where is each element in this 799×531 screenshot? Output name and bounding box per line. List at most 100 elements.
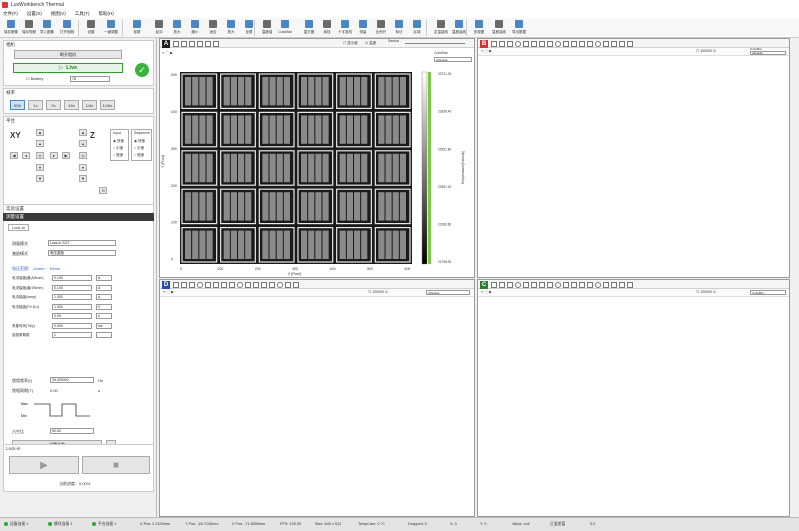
tbB-tool-icon-8[interactable] xyxy=(555,40,561,47)
tbB-tool-icon-17[interactable] xyxy=(627,40,633,47)
ribbon-button-8[interactable]: 放大 xyxy=(168,19,186,37)
param-field[interactable]: 0.000 xyxy=(52,322,92,329)
tbC-tool-icon-12[interactable] xyxy=(587,281,593,288)
voltage-range-link[interactable]: 电压范围：-10mm ~ 10mm xyxy=(12,266,60,272)
ribbon-button-21[interactable]: 区域 xyxy=(408,19,426,37)
ribbon-button-7[interactable]: 反向 xyxy=(150,19,168,37)
param-field[interactable]: 1.000 xyxy=(52,294,92,300)
tbB-tool-icon-16[interactable] xyxy=(619,40,625,47)
tbC-tool-icon-4[interactable] xyxy=(523,281,529,288)
panel-c-palette-select[interactable]: ColorBar xyxy=(750,290,786,295)
xy-left-button[interactable]: ◂ xyxy=(22,152,30,159)
ribbon-button-17[interactable]: 十字准线 xyxy=(336,19,354,37)
freq-field[interactable]: 25.000000 xyxy=(50,377,94,383)
panel-d-pointer-icon[interactable]: ↖ ⬚ ▶ xyxy=(163,290,174,294)
ribbon-button-9[interactable]: 缩小 xyxy=(186,19,204,37)
z-down-button[interactable]: ▾ xyxy=(79,164,87,171)
tab-lockin[interactable]: Lock-In xyxy=(8,224,30,231)
tbD-tool-icon-12[interactable] xyxy=(269,281,275,288)
sequence-option-3[interactable]: ○ 慢速 xyxy=(134,153,144,158)
tbD-tool-icon-10[interactable] xyxy=(253,281,259,288)
view-panel-d[interactable]: D ↖ ⬚ ▶ ☐ 100000 ☑ Absolute xyxy=(159,279,475,517)
param-unit[interactable]: A xyxy=(96,294,112,300)
colorbar-range-slider[interactable] xyxy=(428,72,431,264)
param-unit[interactable]: V xyxy=(96,303,112,310)
xy-up-fast-button[interactable]: ▲ xyxy=(36,129,44,136)
step-option-1[interactable]: ◉ 快速 xyxy=(113,139,124,144)
tbD-tool-icon-3[interactable] xyxy=(197,281,203,288)
speed-button-5[interactable]: 1/16x xyxy=(100,100,115,110)
speed-button-2[interactable]: 2x xyxy=(46,100,61,110)
z-home-button[interactable]: ◎ xyxy=(79,152,87,159)
ribbon-button-3[interactable]: 打开视频 xyxy=(58,19,76,37)
lockin-stop-button[interactable]: ■ xyxy=(82,456,150,474)
show-value-checkbox[interactable]: ☐ 显示值 xyxy=(343,41,358,46)
panel-a-tool-2-icon[interactable] xyxy=(181,40,187,47)
tbC-tool-icon-13[interactable] xyxy=(595,281,601,288)
speed-button-1[interactable]: 1x xyxy=(28,100,43,110)
panel-a-tool-3-icon[interactable] xyxy=(189,40,195,47)
tbD-tool-icon-1[interactable] xyxy=(181,281,187,288)
tbC-tool-icon-3[interactable] xyxy=(515,281,521,288)
tbC-tool-icon-16[interactable] xyxy=(619,281,625,288)
menu-help[interactable]: 帮助(H) xyxy=(99,11,114,17)
tbC-tool-icon-5[interactable] xyxy=(531,281,537,288)
view-panel-c[interactable]: C ↖ ⬚ ▶ ☐ 100000 ☑ ColorBar xyxy=(477,279,790,517)
sensor-slider[interactable] xyxy=(405,43,465,44)
tbD-tool-icon-7[interactable] xyxy=(229,281,235,288)
param-field[interactable]: 0.100 xyxy=(52,284,92,291)
ribbon-button-10[interactable]: 适应 xyxy=(204,19,222,37)
duty-field[interactable]: 50.00 xyxy=(50,428,94,434)
tbB-tool-icon-15[interactable] xyxy=(611,40,617,47)
tbC-tool-icon-8[interactable] xyxy=(555,281,561,288)
measure-field-select[interactable]: Lock-in SOT xyxy=(48,240,116,246)
tbB-tool-icon-1[interactable] xyxy=(499,40,505,47)
lockin-start-button[interactable]: ▶ xyxy=(9,456,79,474)
xy-left-fast-button[interactable]: ◀ xyxy=(10,152,18,159)
tbD-tool-icon-13[interactable] xyxy=(277,281,283,288)
tbD-tool-icon-6[interactable] xyxy=(221,281,227,288)
param-field[interactable]: 1.000 xyxy=(52,303,92,310)
speed-button-0[interactable]: 60fr xyxy=(10,100,25,110)
tbC-tool-icon-2[interactable] xyxy=(507,281,513,288)
measure-field-select[interactable]: 电压激励 xyxy=(48,250,116,256)
panel-a-tool-6-icon[interactable] xyxy=(213,40,219,47)
tbD-tool-icon-0[interactable] xyxy=(173,281,179,288)
param-field[interactable]: 0.00 xyxy=(52,313,92,319)
tbC-tool-icon-0[interactable] xyxy=(491,281,497,288)
tbD-tool-icon-5[interactable] xyxy=(213,281,219,288)
battery-checkbox[interactable]: ☐ Battery xyxy=(26,76,43,81)
ribbon-button-14[interactable]: ColorBar xyxy=(276,19,294,37)
xy-home-button[interactable]: ◎ xyxy=(36,152,44,159)
tbB-tool-icon-9[interactable] xyxy=(563,40,569,47)
xy-up-button[interactable]: ▴ xyxy=(36,140,44,147)
ribbon-button-1[interactable]: 保存视频 xyxy=(20,19,38,37)
panel-a-tool-5-icon[interactable] xyxy=(205,40,211,47)
tbC-tool-icon-11[interactable] xyxy=(579,281,585,288)
menu-tools[interactable]: 工具(T) xyxy=(75,11,90,17)
tbB-tool-icon-2[interactable] xyxy=(507,40,513,47)
view-panel-a[interactable]: A ☐ 显示值 ☑ 温度 Sensor ColorBar Absolute ↖ … xyxy=(159,38,475,278)
tbD-tool-icon-11[interactable] xyxy=(261,281,267,288)
speed-button-3[interactable]: 16x xyxy=(64,100,79,110)
menu-file[interactable]: 文件(F) xyxy=(3,11,18,17)
tbB-tool-icon-3[interactable] xyxy=(515,40,521,47)
tbC-tool-icon-9[interactable] xyxy=(563,281,569,288)
xy-right-fast-button[interactable]: ▶ xyxy=(62,152,70,159)
step-option-2[interactable]: ○ 中速 xyxy=(113,146,123,151)
tbB-tool-icon-13[interactable] xyxy=(595,40,601,47)
tbD-tool-icon-2[interactable] xyxy=(189,281,195,288)
tbD-tool-icon-8[interactable] xyxy=(237,281,243,288)
ribbon-button-4[interactable]: 设置 xyxy=(82,19,100,37)
param-unit[interactable] xyxy=(96,332,112,338)
sequence-option-1[interactable]: ◉ 快速 xyxy=(134,139,145,144)
z-up-button[interactable]: ▴ xyxy=(79,140,87,147)
xy-right-button[interactable]: ▸ xyxy=(50,152,58,159)
panel-b-pointer-icon[interactable]: ↖ ⬚ ▶ xyxy=(481,49,492,53)
tbB-tool-icon-10[interactable] xyxy=(571,40,577,47)
tbB-tool-icon-11[interactable] xyxy=(579,40,585,47)
ribbon-button-12[interactable]: 全屏 xyxy=(240,19,258,37)
speed-button-4[interactable]: 1/4x xyxy=(82,100,97,110)
pointer-tool-icon[interactable]: ↖ ⬚ ▶ xyxy=(162,51,173,55)
param-unit[interactable]: A xyxy=(96,275,112,281)
